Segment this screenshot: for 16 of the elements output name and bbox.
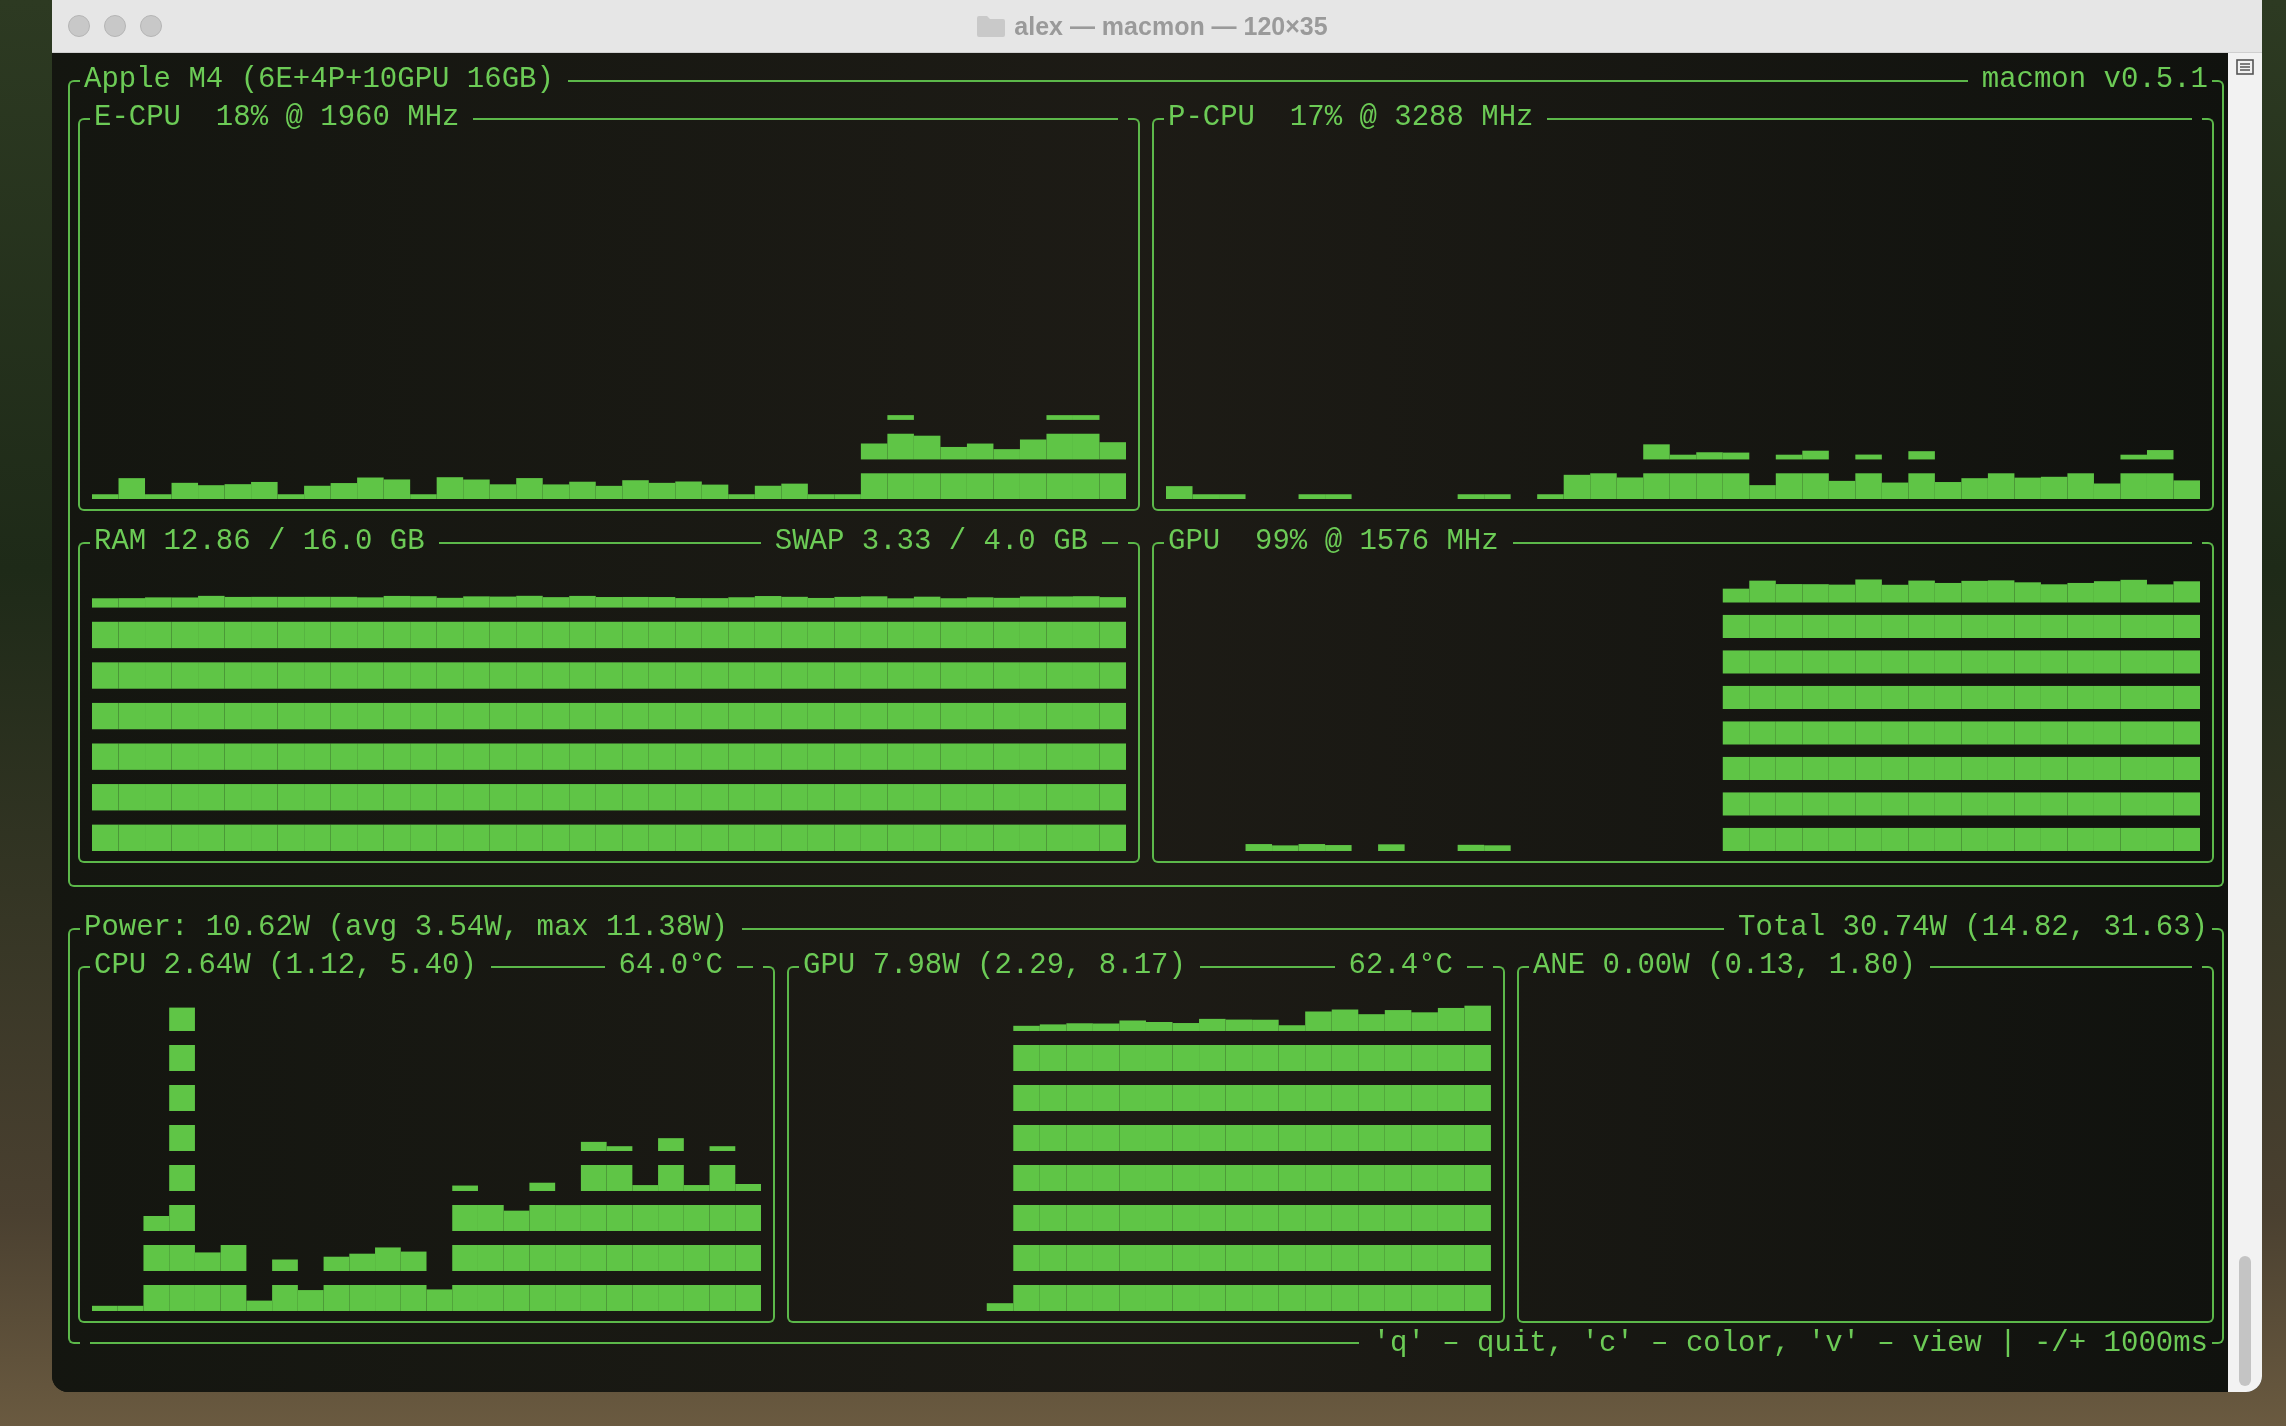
panel-title: E-CPU 18% @ 1960 MHz [93,100,461,136]
version-label: macmon v0.5.1 [1980,62,2209,98]
panel-title: P-CPU 17% @ 3288 MHz [1167,100,1535,136]
key-help: 'q' – quit, 'c' – color, 'v' – view | -/+ 1000ms [1371,1326,2209,1362]
window-title: alex — macmon — 120×35 [1014,11,1328,41]
panel-title: ANE 0.00W (0.13, 1.80) [1531,948,1917,984]
panel-reading: 62.4°C [1347,948,1454,984]
power-total: Total 30.74W (14.82, 31.63) [1737,910,2209,946]
power-title: Power: 10.62W (avg 3.54W, max 11.38W) [83,910,729,946]
panel-reading: SWAP 3.33 / 4.0 GB [773,524,1089,560]
panel-title: CPU 2.64W (1.12, 5.40) [93,948,478,984]
panel-title: RAM 12.86 / 16.0 GB [93,524,426,560]
chip-title: Apple M4 (6E+4P+10GPU 16GB) [83,62,555,98]
panel-title: GPU 99% @ 1576 MHz [1167,524,1500,560]
panel-title: GPU 7.98W (2.29, 8.17) [802,948,1187,984]
panel-reading: 64.0°C [617,948,724,984]
